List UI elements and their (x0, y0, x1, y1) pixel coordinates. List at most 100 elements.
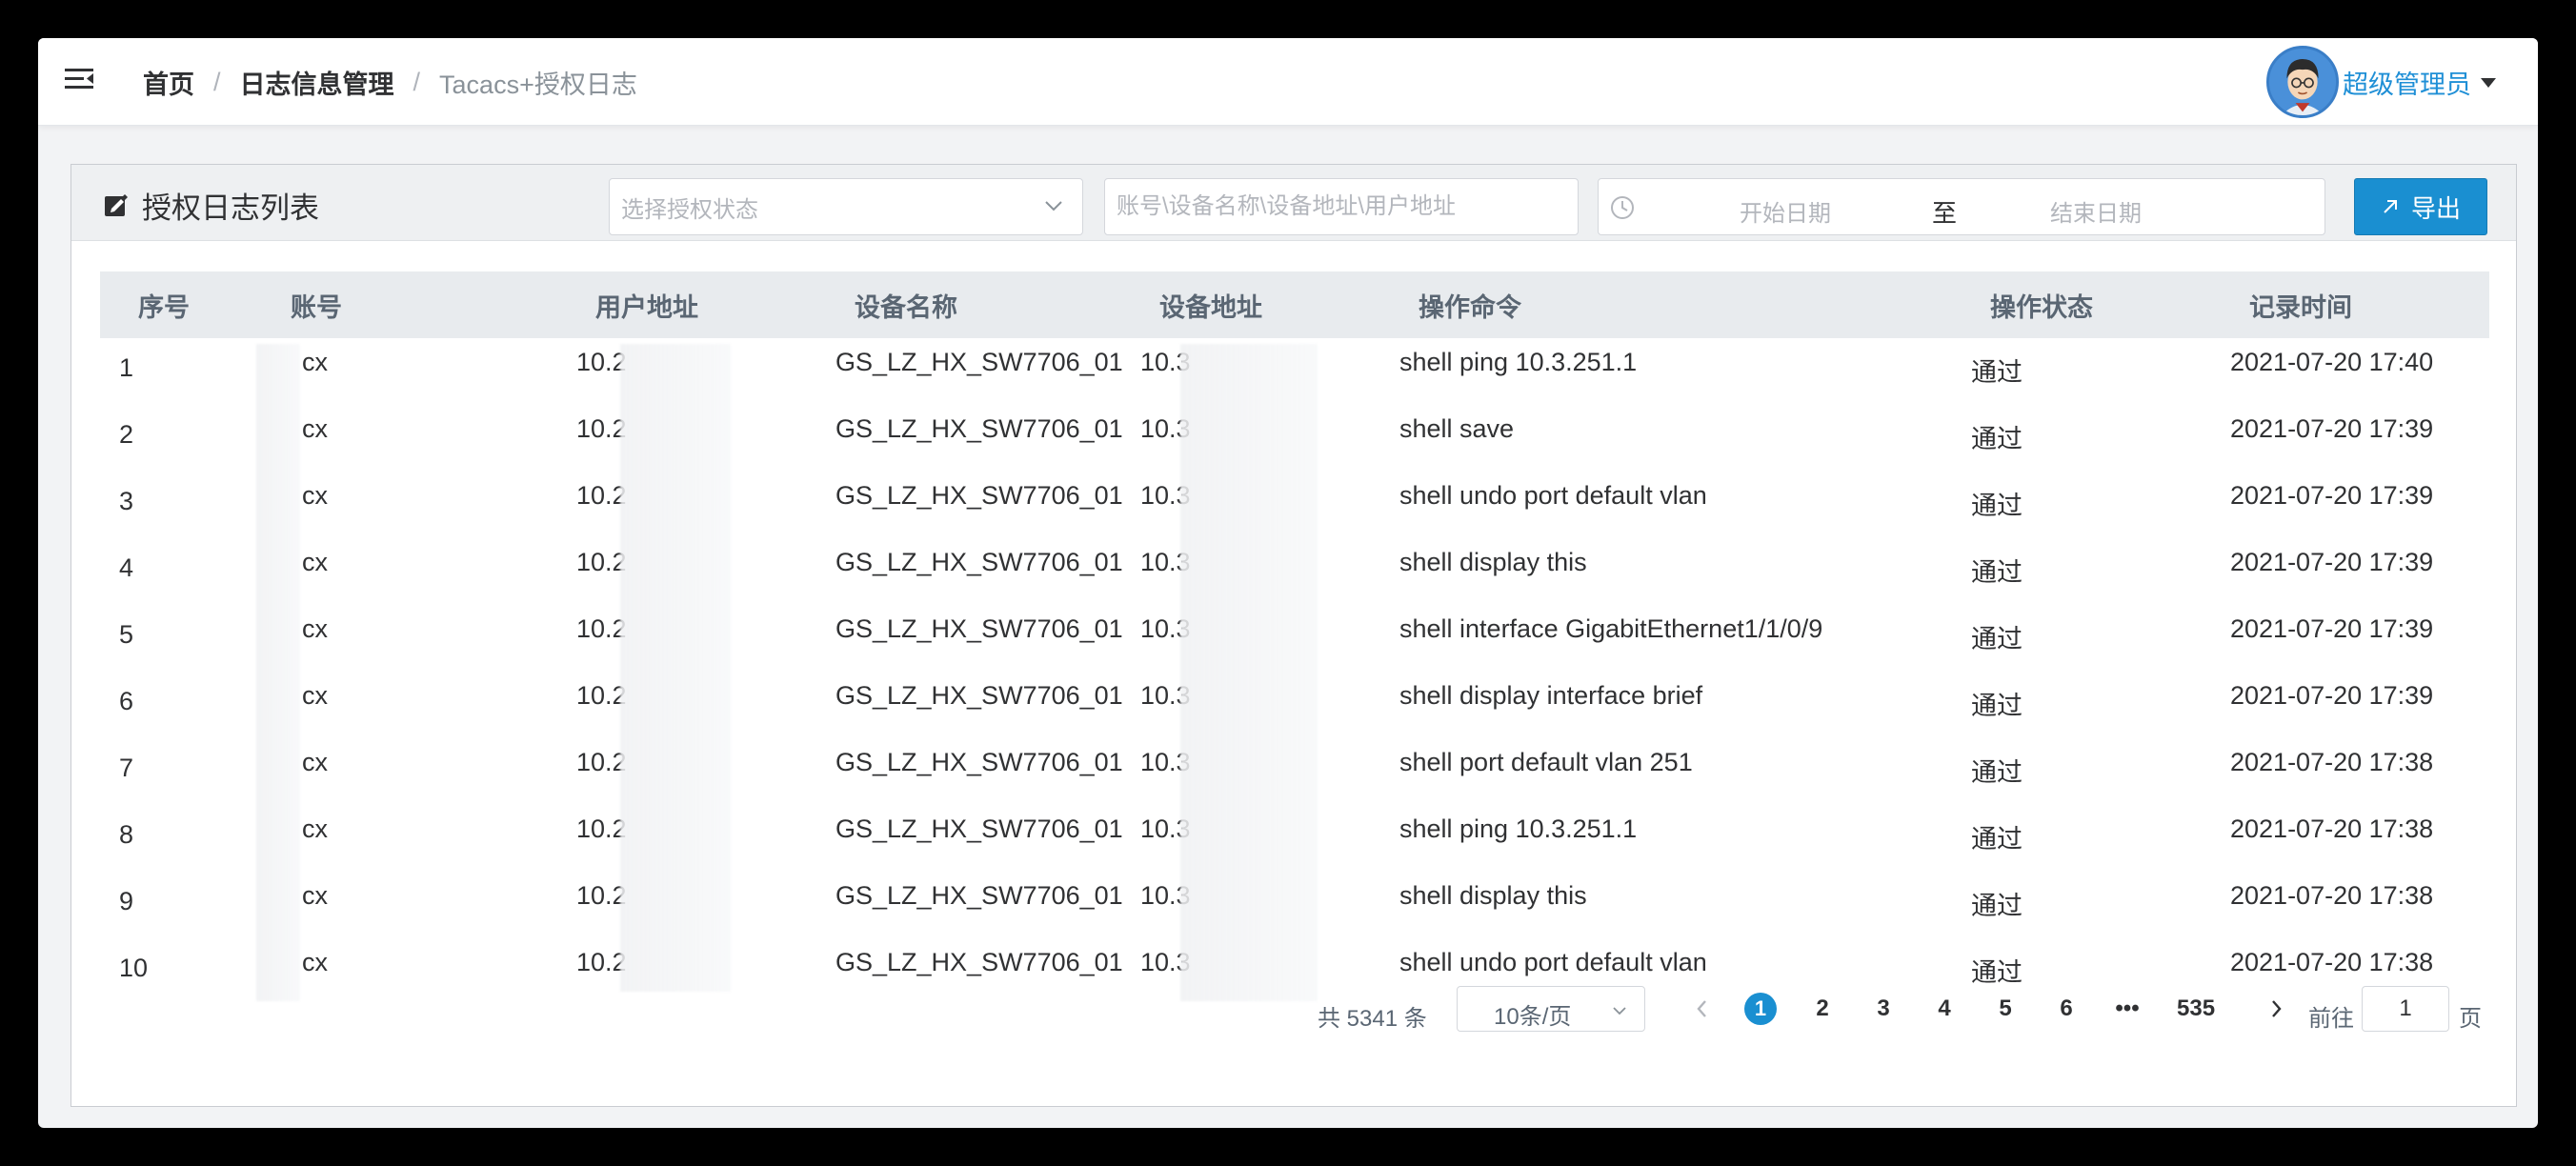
end-date-input[interactable]: 结束日期 (2050, 194, 2142, 228)
breadcrumb-separator: / (213, 67, 221, 96)
cell-record-time: 2021-07-20 17:39 (2230, 548, 2434, 576)
cell-status: 通过 (1971, 558, 2023, 587)
cell-record-time: 2021-07-20 17:40 (2230, 348, 2434, 376)
page-unit-label: 页 (2459, 1006, 2482, 1032)
breadcrumb-home[interactable]: 首页 (143, 64, 194, 101)
breadcrumb-log-management[interactable]: 日志信息管理 (240, 64, 394, 101)
cell-device-name: GS_LZ_HX_SW7706_01 (835, 414, 1123, 443)
export-button[interactable]: 导出 (2354, 178, 2487, 235)
cell-command: shell display this (1399, 548, 1587, 576)
cell-index: 8 (119, 820, 134, 849)
cell-command: shell display this (1399, 881, 1587, 910)
cell-user-address: 10.2 (576, 614, 627, 643)
column-header-index: 序号 (138, 292, 190, 322)
menu-collapse-icon[interactable] (63, 63, 95, 95)
column-header-user-address: 用户地址 (595, 292, 698, 322)
cell-status: 通过 (1971, 358, 2023, 387)
export-arrow-icon (2384, 200, 2397, 213)
column-header-command: 操作命令 (1419, 292, 1521, 322)
cell-record-time: 2021-07-20 17:39 (2230, 681, 2434, 710)
cell-account: cx (302, 414, 328, 443)
cell-index: 2 (119, 420, 134, 449)
cell-command: shell ping 10.3.251.1 (1399, 814, 1638, 843)
cell-index: 3 (119, 487, 134, 515)
cell-record-time: 2021-07-20 17:39 (2230, 614, 2434, 643)
cell-account: cx (302, 948, 328, 976)
cell-user-address: 10.2 (576, 881, 627, 910)
panel-header: 授权日志列表 选择授权状态 开始日期 至 结束日期 (71, 165, 2516, 241)
chevron-down-icon (1613, 1007, 1626, 1015)
cell-user-address: 10.2 (576, 548, 627, 576)
cell-status: 通过 (1971, 758, 2023, 787)
page-number[interactable]: 4 (1927, 992, 1962, 1026)
cell-command: shell port default vlan 251 (1399, 748, 1693, 776)
cell-user-address: 10.2 (576, 814, 627, 843)
cell-status: 通过 (1971, 692, 2023, 720)
page-number[interactable]: 5 (1988, 992, 2023, 1026)
auth-log-panel: 授权日志列表 选择授权状态 开始日期 至 结束日期 (70, 164, 2517, 1107)
cell-status: 通过 (1971, 425, 2023, 453)
cell-user-address: 10.2 (576, 948, 627, 976)
cell-index: 6 (119, 687, 134, 715)
cell-account: cx (302, 748, 328, 776)
breadcrumb: 首页 / 日志信息管理 / Tacacs+授权日志 (143, 63, 637, 101)
cell-device-name: GS_LZ_HX_SW7706_01 (835, 748, 1123, 776)
cell-record-time: 2021-07-20 17:38 (2230, 748, 2434, 776)
page-number[interactable]: 1 (1744, 993, 1777, 1025)
date-range-picker[interactable]: 开始日期 至 结束日期 (1598, 178, 2325, 235)
auth-status-select[interactable]: 选择授权状态 (609, 178, 1083, 235)
redaction-mask (620, 344, 731, 992)
cell-status: 通过 (1971, 625, 2023, 653)
cell-device-name: GS_LZ_HX_SW7706_01 (835, 814, 1123, 843)
search-input[interactable] (1104, 178, 1579, 235)
redaction-mask (256, 344, 300, 1001)
next-page-icon[interactable] (2264, 995, 2287, 1022)
page-number[interactable]: 2 (1805, 992, 1840, 1026)
cell-record-time: 2021-07-20 17:39 (2230, 481, 2434, 510)
page-number[interactable]: 535 (2177, 992, 2215, 1026)
cell-command: shell save (1399, 414, 1515, 443)
column-header-account: 账号 (291, 292, 342, 322)
page-size-select[interactable]: 10条/页 (1457, 986, 1645, 1032)
start-date-input[interactable]: 开始日期 (1740, 194, 1831, 228)
cell-record-time: 2021-07-20 17:38 (2230, 814, 2434, 843)
page-number[interactable]: 6 (2049, 992, 2083, 1026)
cell-status: 通过 (1971, 825, 2023, 854)
prev-page-icon[interactable] (1691, 995, 1714, 1022)
column-header-status: 操作状态 (1990, 292, 2093, 322)
cell-record-time: 2021-07-20 17:39 (2230, 414, 2434, 443)
cell-user-address: 10.2 (576, 348, 627, 376)
cell-user-address: 10.2 (576, 414, 627, 443)
clock-icon (1611, 196, 1634, 219)
cell-account: cx (302, 548, 328, 576)
breadcrumb-separator: / (413, 67, 421, 96)
page-number[interactable]: 3 (1866, 992, 1901, 1026)
cell-device-name: GS_LZ_HX_SW7706_01 (835, 548, 1123, 576)
page-ellipsis[interactable]: ••• (2110, 992, 2144, 1026)
cell-command: shell undo port default vlan (1399, 481, 1707, 510)
cell-account: cx (302, 881, 328, 910)
caret-down-icon (2481, 78, 2496, 88)
cell-command: shell interface GigabitEthernet1/1/0/9 (1399, 614, 1823, 643)
cell-account: cx (302, 814, 328, 843)
column-header-device-name: 设备名称 (855, 292, 957, 322)
top-bar: 首页 / 日志信息管理 / Tacacs+授权日志 超级管理员 (38, 38, 2538, 126)
chevron-down-icon (1045, 201, 1062, 211)
cell-account: cx (302, 681, 328, 710)
user-menu[interactable]: 超级管理员 (2266, 42, 2496, 122)
cell-device-name: GS_LZ_HX_SW7706_01 (835, 348, 1123, 376)
cell-index: 1 (119, 353, 134, 382)
cell-index: 5 (119, 620, 134, 649)
cell-record-time: 2021-07-20 17:38 (2230, 948, 2434, 976)
cell-user-address: 10.2 (576, 481, 627, 510)
total-count: 共 5341 条 (1318, 1006, 1427, 1032)
date-range-separator: 至 (1932, 199, 1958, 228)
column-header-record-time: 记录时间 (2249, 292, 2352, 322)
auth-log-table: 序号 账号 用户地址 设备名称 设备地址 操作命令 操作状态 记录时间 1 cx 1… (100, 271, 2489, 1005)
cell-account: cx (302, 614, 328, 643)
goto-page-input[interactable] (2362, 986, 2449, 1032)
cell-index: 7 (119, 754, 134, 782)
cell-index: 9 (119, 887, 134, 915)
export-label: 导出 (2410, 193, 2461, 223)
table-body: 1 cx 10.2 GS_LZ_HX_SW7706_01 10.3 shell ping … (100, 338, 2489, 1005)
